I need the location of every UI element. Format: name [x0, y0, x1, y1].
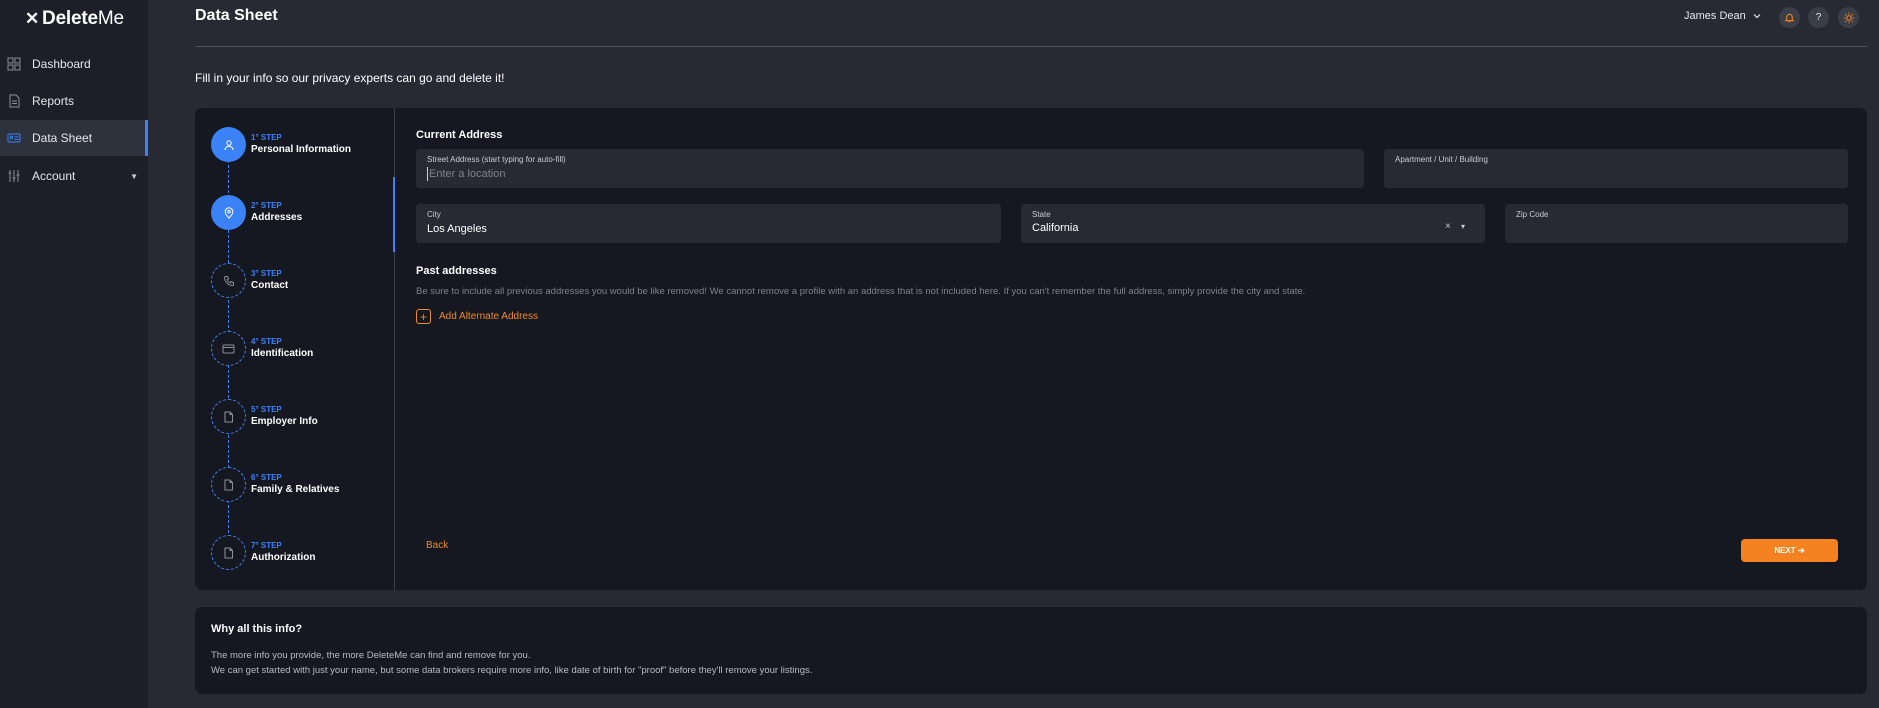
page-title: Data Sheet — [195, 7, 278, 24]
deleteme-logo[interactable]: ✕ DeleteMe — [25, 8, 124, 30]
sidebar-item-label: Account — [32, 169, 76, 183]
why-info-card: Why all this info? The more info you pro… — [195, 607, 1867, 694]
step-addresses[interactable]: 2° STEP Addresses — [211, 195, 411, 231]
step-title: Identification — [251, 348, 314, 359]
step-title: Contact — [251, 280, 289, 291]
step-number: 5° STEP — [251, 405, 282, 414]
person-icon — [224, 139, 233, 150]
step-personal-information[interactable]: 1° STEP Personal Information — [211, 127, 411, 163]
question-icon: ? — [1815, 12, 1822, 23]
step-circle — [211, 535, 246, 570]
city-field[interactable]: City Los Angeles — [416, 204, 1001, 243]
location-pin-icon — [224, 206, 233, 219]
user-name: James Dean — [1684, 10, 1746, 22]
step-number: 6° STEP — [251, 473, 282, 482]
next-button[interactable]: NEXT ➔ — [1741, 539, 1838, 562]
sidebar-item-reports[interactable]: Reports — [0, 83, 148, 119]
document-icon — [9, 94, 20, 108]
step-title: Family & Relatives — [251, 484, 340, 495]
step-family-relatives[interactable]: 6° STEP Family & Relatives — [211, 467, 411, 503]
past-addresses-help: Be sure to include all previous addresse… — [416, 286, 1306, 297]
logo-text-light: Me — [97, 8, 124, 29]
step-number: 7° STEP — [251, 541, 282, 550]
apartment-field[interactable]: Apartment / Unit / Building — [1384, 149, 1848, 188]
sliders-icon — [8, 170, 20, 182]
step-title: Addresses — [251, 212, 303, 223]
theme-toggle-button[interactable] — [1838, 7, 1859, 28]
step-authorization[interactable]: 7° STEP Authorization — [211, 535, 411, 571]
step-identification[interactable]: 4° STEP Identification — [211, 331, 411, 367]
header-divider — [195, 46, 1867, 47]
notifications-button[interactable] — [1779, 7, 1800, 28]
step-circle — [211, 467, 246, 502]
city-value: Los Angeles — [427, 223, 487, 235]
add-alternate-address-button[interactable]: + Add Alternate Address — [416, 309, 538, 324]
step-employer-info[interactable]: 5° STEP Employer Info — [211, 399, 411, 435]
bell-icon — [1784, 13, 1795, 23]
step-contact[interactable]: 3° STEP Contact — [211, 263, 411, 299]
clear-icon[interactable]: × — [1445, 221, 1451, 232]
sidebar-item-label: Data Sheet — [32, 131, 93, 145]
chevron-down-icon — [1753, 14, 1761, 19]
step-number: 2° STEP — [251, 201, 282, 210]
sidebar-item-account[interactable]: Account ▼ — [0, 158, 148, 194]
past-addresses-title: Past addresses — [416, 265, 497, 277]
help-button[interactable]: ? — [1808, 7, 1829, 28]
step-circle — [211, 399, 246, 434]
intro-text: Fill in your info so our privacy experts… — [195, 71, 505, 85]
logo-text: DeleteMe — [42, 8, 124, 30]
step-title: Employer Info — [251, 416, 318, 427]
sidebar-item-label: Reports — [32, 94, 75, 108]
id-card-icon — [7, 133, 21, 143]
sidebar-item-label: Dashboard — [32, 57, 91, 71]
step-circle — [211, 127, 246, 162]
why-info-title: Why all this info? — [211, 623, 303, 635]
zip-code-field[interactable]: Zip Code — [1505, 204, 1848, 243]
chevron-down-icon[interactable]: ▾ — [1461, 222, 1465, 231]
current-address-title: Current Address — [416, 129, 503, 141]
id-card-icon — [222, 344, 235, 353]
logo-x-icon: ✕ — [25, 9, 40, 28]
step-circle — [211, 263, 246, 298]
file-icon — [224, 547, 233, 558]
file-icon — [224, 411, 233, 422]
field-label: Street Address (start typing for auto-fi… — [427, 155, 566, 164]
field-label: Apartment / Unit / Building — [1395, 155, 1488, 164]
logo-text-bold: Delete — [42, 8, 98, 29]
sidebar-item-data-sheet[interactable]: Data Sheet — [0, 120, 148, 156]
why-info-line-2: We can get started with just your name, … — [211, 665, 813, 676]
step-number: 1° STEP — [251, 133, 282, 142]
step-title: Authorization — [251, 552, 316, 563]
back-button[interactable]: Back — [426, 540, 448, 551]
street-address-input[interactable] — [427, 167, 1327, 181]
why-info-line-1: The more info you provide, the more Dele… — [211, 650, 531, 661]
field-label: State — [1032, 210, 1051, 219]
step-number: 3° STEP — [251, 269, 282, 278]
street-address-field[interactable]: Street Address (start typing for auto-fi… — [416, 149, 1364, 188]
file-icon — [224, 479, 233, 490]
sidebar: ✕ DeleteMe Dashboard Reports Data Sheet … — [0, 0, 148, 708]
step-title: Personal Information — [251, 144, 352, 155]
state-select[interactable]: State California × ▾ — [1021, 204, 1485, 243]
chevron-down-icon: ▼ — [130, 171, 138, 181]
sun-icon — [1843, 12, 1854, 23]
phone-icon — [223, 275, 234, 286]
add-alternate-address-label: Add Alternate Address — [439, 311, 538, 322]
plus-icon: + — [416, 309, 431, 324]
field-label: Zip Code — [1516, 210, 1549, 219]
state-value: California — [1032, 222, 1079, 234]
field-label: City — [427, 210, 441, 219]
step-circle — [211, 331, 246, 366]
step-number: 4° STEP — [251, 337, 282, 346]
user-menu[interactable]: James Dean — [1684, 10, 1761, 22]
grid-icon — [7, 57, 21, 71]
sidebar-item-dashboard[interactable]: Dashboard — [0, 46, 148, 82]
step-circle — [211, 195, 246, 230]
